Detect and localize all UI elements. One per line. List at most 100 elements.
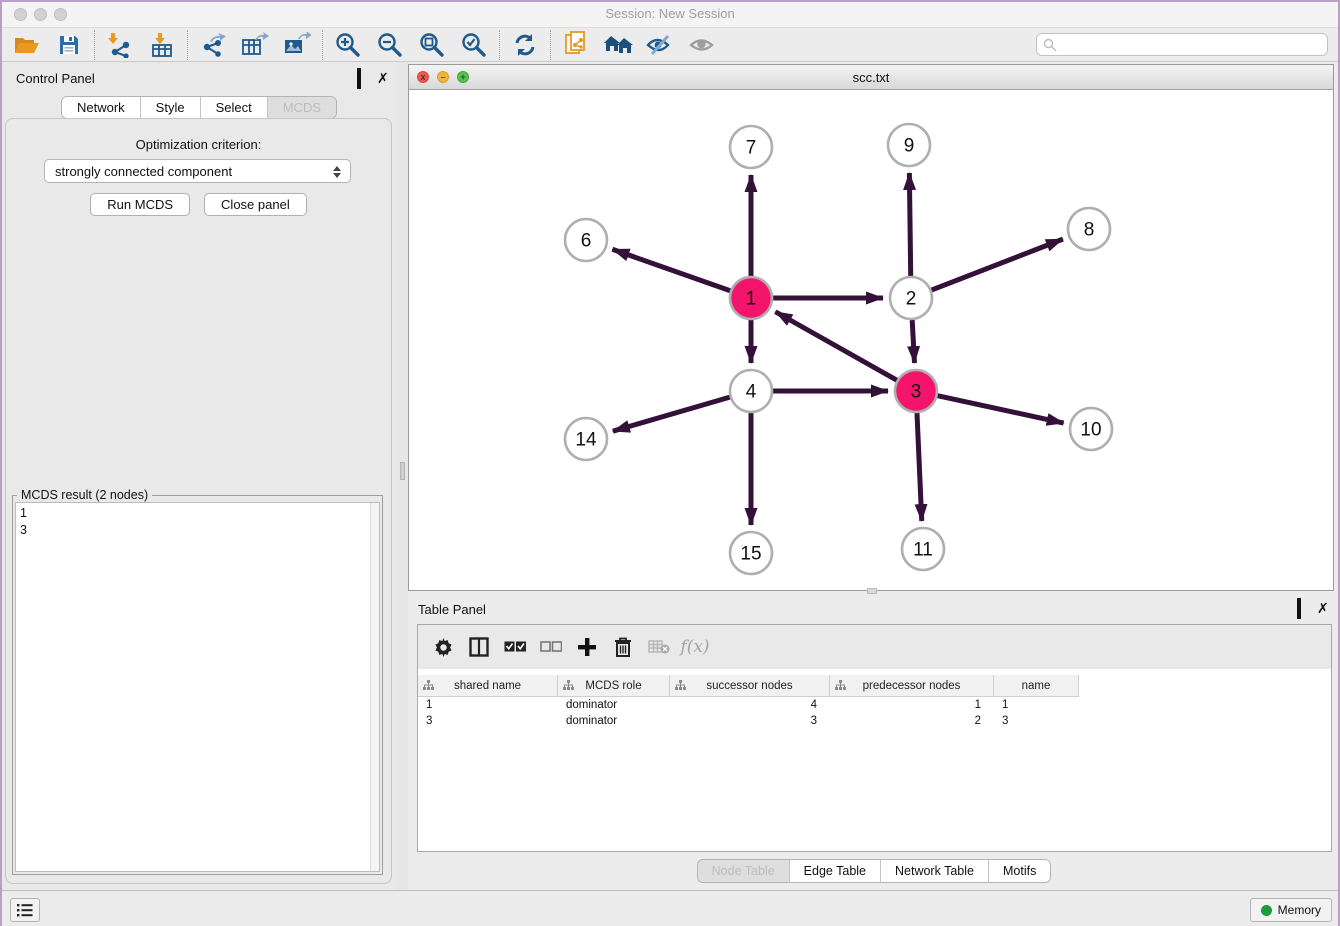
optimization-criterion-select[interactable]: strongly connected component — [44, 159, 351, 183]
tab-node-table[interactable]: Node Table — [698, 860, 789, 882]
apply-layout-icon[interactable] — [597, 29, 639, 61]
graph-edge-1-6[interactable] — [612, 249, 730, 290]
column-header-MCDS-role[interactable]: MCDS role — [558, 675, 670, 697]
add-column-icon[interactable] — [572, 632, 602, 662]
graph-node-15[interactable]: 15 — [730, 532, 772, 574]
search-input[interactable] — [1036, 33, 1328, 56]
table-cell[interactable]: 3 — [418, 713, 558, 729]
result-scrollbar[interactable] — [370, 503, 379, 871]
graph-edge-3-1[interactable] — [775, 312, 896, 380]
table-row[interactable]: 3dominator323 — [418, 713, 1331, 729]
open-session-icon[interactable] — [6, 29, 48, 61]
graph-edge-4-14[interactable] — [613, 397, 730, 431]
select-all-icon[interactable] — [500, 632, 530, 662]
import-network-icon[interactable] — [99, 29, 141, 61]
graph-node-3[interactable]: 3 — [895, 370, 937, 412]
hide-graphics-icon[interactable] — [639, 29, 681, 61]
tab-network[interactable]: Network — [62, 97, 140, 118]
table-cell[interactable]: dominator — [558, 713, 670, 729]
delete-table-icon[interactable] — [644, 632, 674, 662]
export-table-icon[interactable] — [234, 29, 276, 61]
toolbar-separator — [94, 30, 95, 60]
table-panel-title: Table Panel — [418, 602, 486, 617]
zoom-out-icon[interactable] — [369, 29, 411, 61]
task-history-button[interactable] — [10, 898, 40, 922]
graph-node-11[interactable]: 11 — [902, 528, 944, 570]
table-cell[interactable]: 2 — [830, 713, 994, 729]
graph-edge-2-8[interactable] — [932, 239, 1063, 290]
network-window: x – + scc.txt 7 9 6 8 1 2 4 3 14 10 15 11 — [408, 64, 1334, 591]
main-toolbar — [0, 28, 1340, 62]
svg-text:1: 1 — [746, 289, 757, 310]
network-canvas[interactable]: 7 9 6 8 1 2 4 3 14 10 15 11 — [409, 90, 1333, 590]
table-toolbar: f(x) — [418, 625, 1331, 669]
network-from-file-icon[interactable] — [555, 29, 597, 61]
tab-style[interactable]: Style — [140, 97, 200, 118]
graph-node-14[interactable]: 14 — [565, 418, 607, 460]
status-bar: Memory — [0, 890, 1340, 926]
graph-edge-3-11[interactable] — [917, 413, 922, 521]
graph-edge-2-9[interactable] — [909, 173, 910, 276]
save-session-icon[interactable] — [48, 29, 90, 61]
table-cell[interactable]: 1 — [418, 697, 558, 713]
tab-network-table[interactable]: Network Table — [880, 860, 988, 882]
graph-edge-2-3[interactable] — [912, 320, 914, 363]
table-row[interactable]: 1dominator411 — [418, 697, 1331, 713]
column-header-shared-name[interactable]: shared name — [418, 675, 558, 697]
tab-mcds[interactable]: MCDS — [267, 97, 336, 118]
float-panel-icon[interactable] — [357, 70, 370, 83]
tab-select[interactable]: Select — [200, 97, 267, 118]
close-panel-icon[interactable]: ✗ — [377, 70, 390, 83]
memory-button[interactable]: Memory — [1250, 898, 1332, 922]
table-cell[interactable]: dominator — [558, 697, 670, 713]
run-mcds-button[interactable]: Run MCDS — [90, 193, 190, 216]
column-header-predecessor-nodes[interactable]: predecessor nodes — [830, 675, 994, 697]
import-table-icon[interactable] — [141, 29, 183, 61]
zoom-fit-icon[interactable] — [411, 29, 453, 61]
splitter-grip[interactable] — [867, 588, 877, 594]
table-cell[interactable]: 1 — [830, 697, 994, 713]
show-graphics-icon[interactable] — [681, 29, 723, 61]
graph-node-6[interactable]: 6 — [565, 219, 607, 261]
mcds-result-text[interactable]: 1 3 — [20, 505, 367, 869]
graph-node-9[interactable]: 9 — [888, 124, 930, 166]
export-image-icon[interactable] — [276, 29, 318, 61]
optimization-criterion-value: strongly connected component — [55, 164, 232, 179]
refresh-icon[interactable] — [504, 29, 546, 61]
splitter-grip[interactable] — [400, 462, 405, 480]
deselect-all-icon[interactable] — [536, 632, 566, 662]
panel-splitter[interactable] — [398, 62, 408, 890]
zoom-selected-icon[interactable] — [453, 29, 495, 61]
network-window-titlebar[interactable]: x – + scc.txt — [409, 65, 1333, 90]
gear-icon[interactable] — [428, 632, 458, 662]
graph-node-4[interactable]: 4 — [730, 370, 772, 412]
graph-node-10[interactable]: 10 — [1070, 408, 1112, 450]
column-view-icon[interactable] — [464, 632, 494, 662]
table-cell[interactable]: 3 — [994, 713, 1079, 729]
float-panel-icon[interactable] — [1297, 600, 1310, 613]
function-builder-icon[interactable]: f(x) — [680, 632, 710, 662]
graph-node-7[interactable]: 7 — [730, 126, 772, 168]
network-window-title: scc.txt — [409, 70, 1333, 85]
graph-edge-3-10[interactable] — [937, 396, 1063, 423]
close-panel-button[interactable]: Close panel — [204, 193, 307, 216]
close-panel-icon[interactable]: ✗ — [1317, 600, 1330, 613]
window-frame-top — [0, 0, 1340, 2]
control-panel-tabs: NetworkStyleSelectMCDS — [0, 96, 398, 119]
graph-node-8[interactable]: 8 — [1068, 208, 1110, 250]
window-frame-left — [0, 0, 2, 926]
export-network-icon[interactable] — [192, 29, 234, 61]
graph-node-2[interactable]: 2 — [890, 277, 932, 319]
delete-column-icon[interactable] — [608, 632, 638, 662]
column-header-successor-nodes[interactable]: successor nodes — [670, 675, 830, 697]
table-cell[interactable]: 4 — [670, 697, 830, 713]
svg-text:2: 2 — [906, 289, 917, 310]
tab-motifs[interactable]: Motifs — [988, 860, 1050, 882]
svg-text:10: 10 — [1080, 420, 1101, 441]
tab-edge-table[interactable]: Edge Table — [789, 860, 880, 882]
table-cell[interactable]: 3 — [670, 713, 830, 729]
zoom-in-icon[interactable] — [327, 29, 369, 61]
table-cell[interactable]: 1 — [994, 697, 1079, 713]
column-header-name[interactable]: name — [994, 675, 1079, 697]
graph-node-1[interactable]: 1 — [730, 277, 772, 319]
